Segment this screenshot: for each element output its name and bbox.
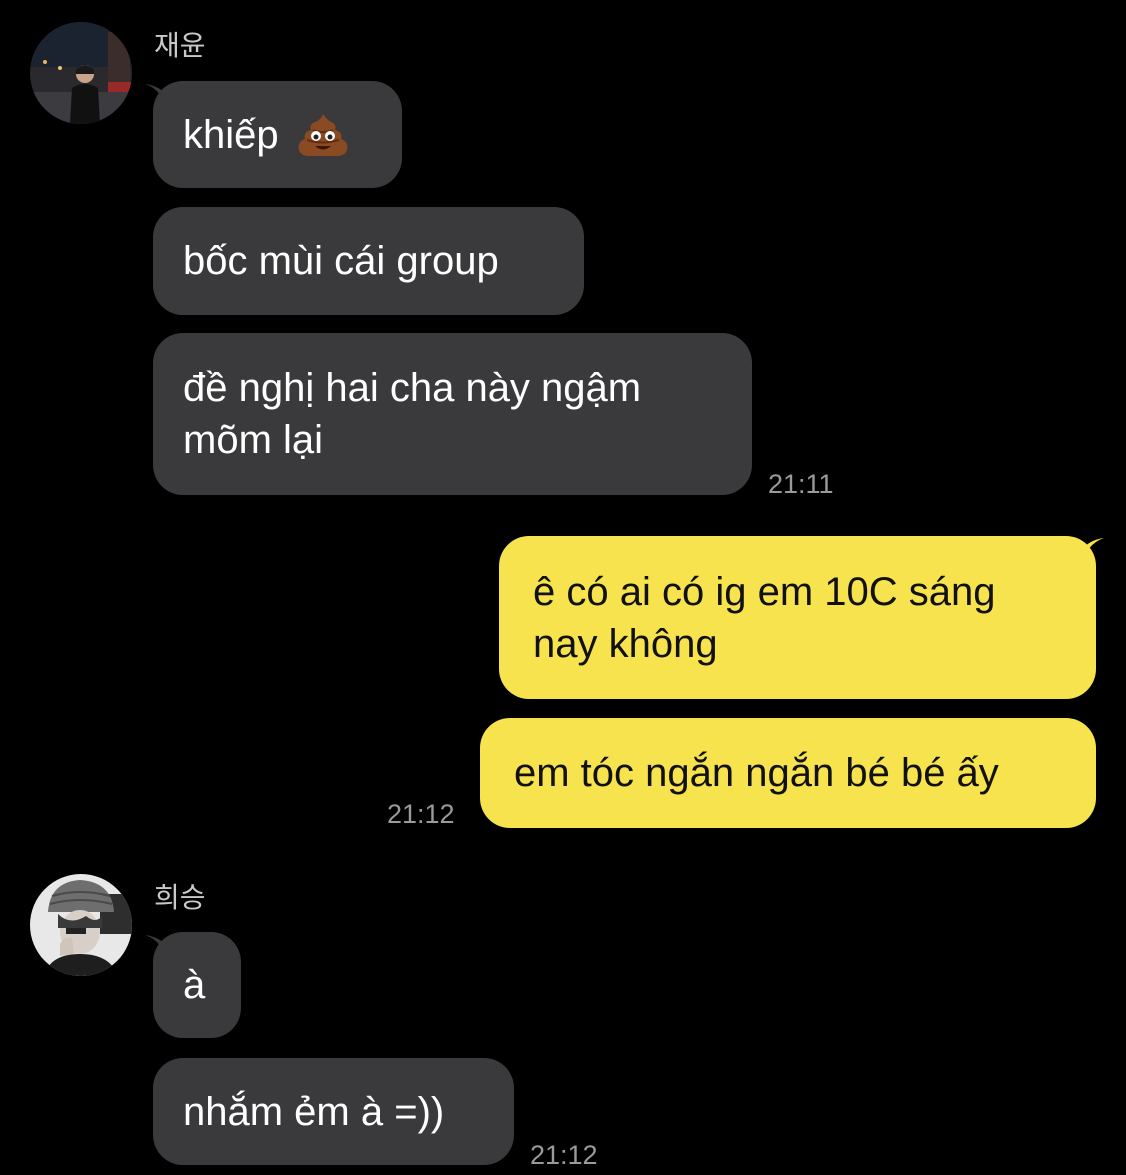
pile-of-poo-icon xyxy=(298,113,348,156)
message-text: bốc mùi cái group xyxy=(183,239,499,283)
avatar[interactable] xyxy=(30,874,132,976)
message-text: khiếp xyxy=(183,112,279,157)
timestamp: 21:12 xyxy=(530,1140,598,1170)
message-text: ê có ai có ig em 10C sáng nay không xyxy=(533,569,996,666)
message-text: à xyxy=(183,963,206,1007)
sender-name: 희승 xyxy=(154,881,206,914)
message-bubble[interactable]: em tóc ngắn ngắn bé bé ấy xyxy=(480,718,1096,828)
message-text: em tóc ngắn ngắn bé bé ấy xyxy=(514,751,999,795)
avatar[interactable] xyxy=(30,22,132,124)
message-bubble[interactable]: nhắm ẻm à =)) xyxy=(153,1058,514,1165)
message-bubble[interactable]: khiếp xyxy=(153,81,402,188)
message-bubble[interactable]: à xyxy=(153,932,241,1038)
message-text: nhắm ẻm à =)) xyxy=(183,1089,445,1134)
timestamp: 21:12 xyxy=(387,799,455,829)
bubble-tail xyxy=(1080,538,1104,568)
timestamp: 21:11 xyxy=(768,469,834,499)
profile-photo-icon xyxy=(30,874,132,976)
sender-name: 재윤 xyxy=(154,29,206,62)
message-text: đề nghị hai cha này ngậm mõm lại xyxy=(183,366,642,462)
profile-photo-icon xyxy=(30,22,132,124)
message-bubble[interactable]: ê có ai có ig em 10C sáng nay không xyxy=(499,536,1096,699)
message-bubble[interactable]: bốc mùi cái group xyxy=(153,207,584,315)
message-bubble[interactable]: đề nghị hai cha này ngậm mõm lại xyxy=(153,333,752,495)
